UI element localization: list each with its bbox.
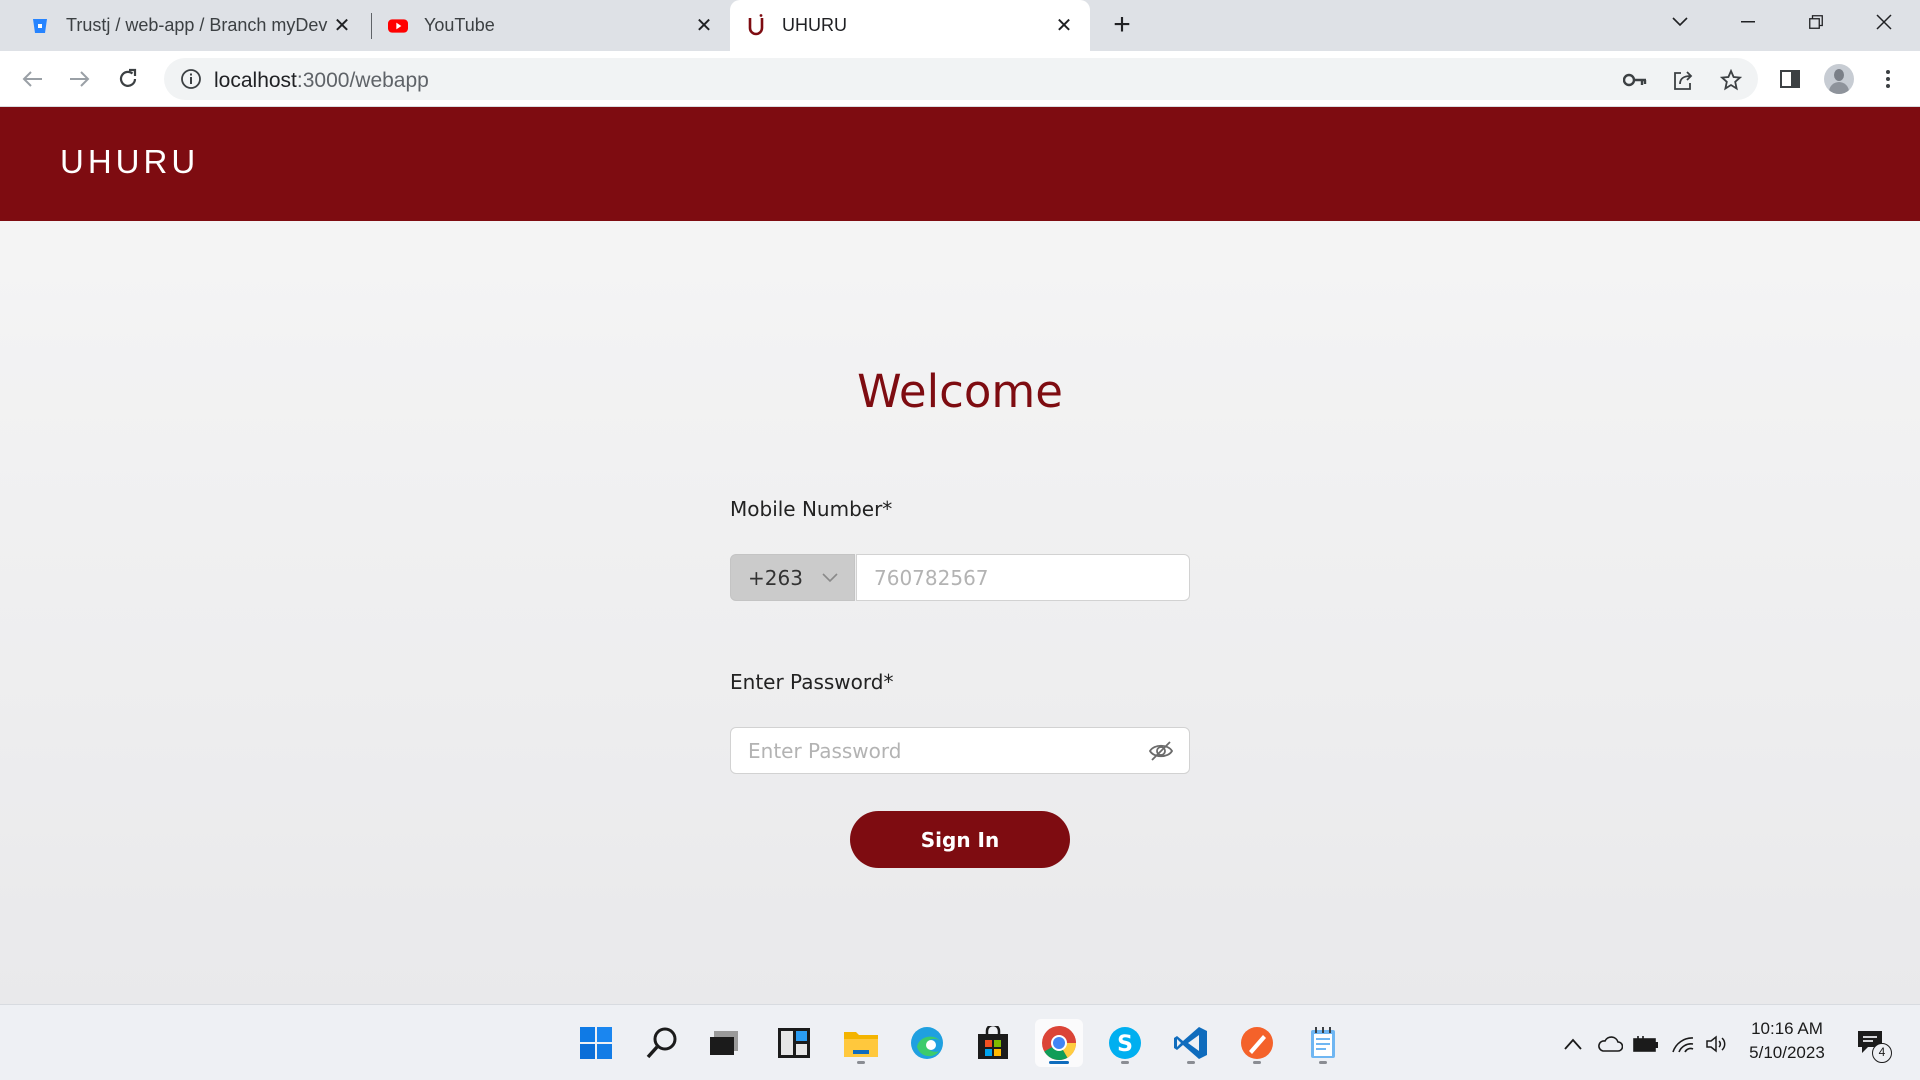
tab-title: UHURU [782,15,847,35]
uhuru-logo[interactable]: UHURU [60,143,199,181]
notification-center-icon[interactable]: 4 [1856,1029,1892,1063]
address-bar[interactable]: localhost:3000/webapp [164,58,1758,100]
running-indicator [1253,1061,1261,1064]
tab-title: YouTube [424,15,495,35]
browser-tab-strip: Trustj / web-app / Branch myDev ✕ YouTub… [0,0,1920,51]
battery-icon[interactable] [1633,1031,1659,1057]
edge-icon[interactable] [903,1019,951,1067]
url-path: :3000/webapp [296,69,429,92]
eye-slash-icon[interactable] [1148,739,1174,763]
reload-icon[interactable] [112,63,144,95]
vscode-icon[interactable] [1167,1019,1215,1067]
mobile-number-input[interactable] [856,554,1190,601]
windows-taskbar: S 10:16 AM 5/10/2023 4 [0,1004,1920,1080]
url-host: localhost [214,69,297,92]
back-icon[interactable] [16,63,48,95]
store-icon[interactable] [969,1019,1017,1067]
url-text: localhost:3000/webapp [214,69,429,93]
bookmark-star-icon[interactable] [1718,67,1744,93]
new-tab-button[interactable]: + [1108,10,1136,40]
key-icon[interactable] [1622,67,1648,93]
chrome-icon[interactable] [1035,1019,1083,1067]
avatar-body [1829,82,1849,94]
search-icon[interactable] [638,1019,686,1067]
close-tab-icon[interactable]: ✕ [1052,14,1076,38]
mobile-number-label: Mobile Number* [730,497,893,521]
start-icon[interactable] [572,1019,620,1067]
site-info-icon[interactable] [180,68,202,90]
widgets-icon[interactable] [770,1019,818,1067]
running-indicator [1121,1061,1129,1064]
sign-in-button[interactable]: Sign In [850,811,1070,868]
notepad-icon[interactable] [1299,1019,1347,1067]
welcome-heading: Welcome [857,365,1063,418]
running-indicator [1187,1061,1195,1064]
paint-icon[interactable] [1233,1019,1281,1067]
clock-date: 5/10/2023 [1749,1043,1825,1062]
password-label: Enter Password* [730,670,894,694]
youtube-icon [388,16,408,36]
chevron-down-icon [820,567,840,587]
svg-text:S: S [1117,1032,1133,1057]
restore-icon[interactable] [1784,0,1848,44]
uhuru-icon [746,13,766,36]
notification-count-badge: 4 [1872,1043,1892,1063]
close-tab-icon[interactable]: ✕ [330,14,354,38]
share-icon[interactable] [1670,67,1696,93]
running-indicator [857,1061,865,1064]
app-header: UHURU [0,107,1920,221]
browser-toolbar: localhost:3000/webapp [0,51,1920,107]
country-code-value: +263 [748,565,803,590]
clock-time: 10:16 AM [1751,1019,1823,1038]
tab-uhuru[interactable]: UHURU ✕ [730,0,1090,51]
active-indicator [1049,1061,1069,1064]
avatar-head [1834,69,1844,81]
wifi-icon[interactable] [1670,1031,1696,1057]
minimize-icon[interactable] [1716,0,1780,44]
password-input[interactable] [730,727,1190,774]
tab-title: Trustj / web-app / Branch myDev [66,15,328,35]
chevron-up-icon[interactable] [1560,1031,1586,1057]
country-code-select[interactable]: +263 [730,554,855,601]
tab-search-icon[interactable] [1648,0,1712,44]
skype-icon[interactable]: S [1101,1019,1149,1067]
more-menu-icon[interactable] [1872,63,1904,95]
page-content: UHURU Welcome Mobile Number* +263 Enter … [0,107,1920,1004]
task-view-icon[interactable] [700,1019,748,1067]
profile-avatar[interactable] [1824,64,1854,94]
bitbucket-icon [30,16,50,36]
onedrive-cloud-icon[interactable] [1597,1031,1623,1057]
forward-icon[interactable] [64,63,96,95]
file-explorer-icon[interactable] [837,1019,885,1067]
side-panel-icon[interactable] [1774,63,1806,95]
tab-youtube[interactable]: YouTube ✕ [358,0,730,51]
tab-bitbucket[interactable]: Trustj / web-app / Branch myDev ✕ [0,0,368,51]
system-clock[interactable]: 10:16 AM 5/10/2023 [1732,1017,1842,1065]
volume-icon[interactable] [1704,1031,1730,1057]
running-indicator [1319,1061,1327,1064]
close-tab-icon[interactable]: ✕ [692,14,716,38]
close-window-icon[interactable] [1852,0,1916,44]
